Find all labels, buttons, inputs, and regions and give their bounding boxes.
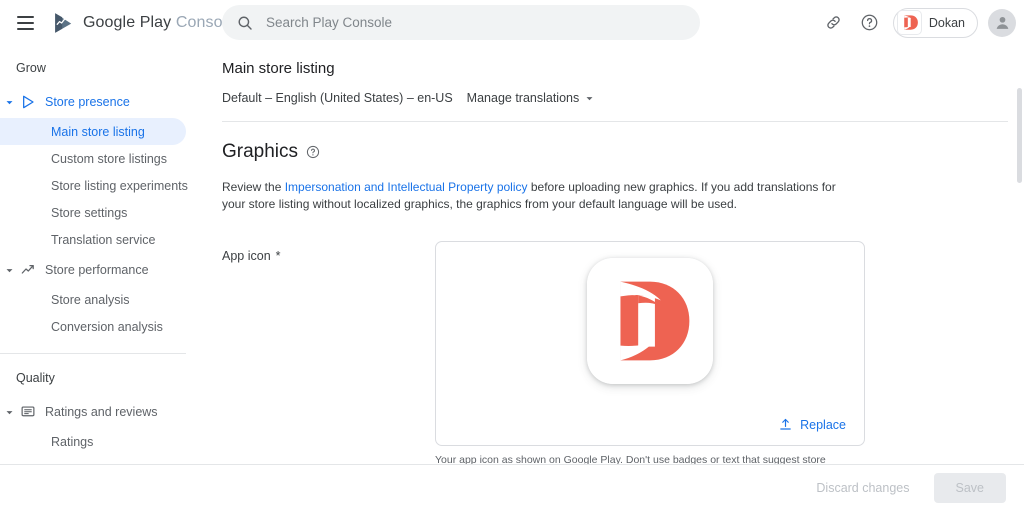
search-icon: [238, 16, 252, 30]
left-navigation-sidebar: Grow Store presence Main store listing C…: [0, 45, 200, 465]
hamburger-menu-icon[interactable]: [8, 6, 42, 40]
trending-up-icon: [17, 262, 39, 278]
app-icon-preview: [587, 258, 713, 384]
sidebar-item-label: Translation service: [51, 232, 156, 247]
help-circle-icon[interactable]: [853, 6, 887, 40]
nav-section-quality-title: Quality: [16, 371, 55, 385]
search-input[interactable]: [266, 15, 686, 30]
app-chip-name: Dokan: [928, 15, 965, 30]
manage-translations-button[interactable]: Manage translations: [467, 91, 595, 105]
main-content-area: Main store listing Default – English (Un…: [200, 45, 1024, 465]
sidebar-item-store-listing-experiments[interactable]: Store listing experiments: [0, 172, 188, 199]
sidebar-item-label: Ratings and reviews: [45, 405, 158, 419]
sidebar-item-label: Store listing experiments: [51, 178, 188, 193]
save-button[interactable]: Save: [933, 472, 1006, 503]
sidebar-item-store-analysis[interactable]: Store analysis: [0, 286, 186, 313]
sidebar-item-conversion-analysis[interactable]: Conversion analysis: [0, 313, 186, 340]
nav-section-grow-title: Grow: [16, 61, 46, 75]
sidebar-item-label: Main store listing: [51, 124, 145, 139]
app-icon-field-row: App icon * Replace: [222, 241, 1024, 446]
brand-google-play: Google Play: [83, 13, 172, 31]
sidebar-item-label: Ratings: [51, 434, 94, 449]
sidebar-item-ratings-and-reviews[interactable]: Ratings and reviews: [0, 398, 186, 426]
play-triangle-icon: [17, 94, 39, 110]
bottom-action-bar: Discard changes Save: [0, 465, 1024, 510]
hamburger-line: [16, 27, 34, 30]
brand-logo-link[interactable]: Google Play Console: [52, 11, 235, 35]
sidebar-item-label: Store analysis: [51, 292, 130, 307]
replace-button[interactable]: Replace: [770, 412, 854, 437]
chevron-down-icon: [586, 96, 593, 100]
graphics-description: Review the Impersonation and Intellectua…: [222, 179, 842, 213]
top-bar-actions: Dokan: [817, 0, 1016, 45]
impersonation-ip-policy-link[interactable]: Impersonation and Intellectual Property …: [285, 180, 528, 194]
chevron-down-icon[interactable]: [1, 266, 17, 275]
app-icon-label-text: App icon: [222, 249, 271, 263]
graphics-heading: Graphics: [222, 141, 299, 162]
app-selector-chip[interactable]: Dokan: [892, 7, 978, 38]
required-marker: *: [275, 249, 281, 263]
sidebar-item-main-store-listing[interactable]: Main store listing: [0, 118, 186, 145]
top-app-bar: Google Play Console Search Play Console …: [0, 0, 1024, 45]
sidebar-item-store-presence[interactable]: Store presence: [0, 88, 186, 116]
hamburger-line: [16, 21, 34, 24]
hamburger-line: [16, 15, 34, 18]
locale-text: Default – English (United States) – en-U…: [222, 91, 453, 105]
app-chip-logo-icon: [896, 10, 922, 35]
sidebar-item-ratings[interactable]: Ratings: [0, 428, 186, 455]
review-comment-icon: [17, 404, 39, 420]
locale-row: Default – English (United States) – en-U…: [222, 91, 1024, 105]
sidebar-item-label: Store settings: [51, 205, 128, 220]
sidebar-item-label: Custom store listings: [51, 151, 168, 166]
dokan-app-icon: [587, 258, 713, 384]
manage-translations-label: Manage translations: [466, 91, 580, 105]
app-icon-preview-wrap: [436, 258, 864, 384]
graphics-section-header: Graphics: [222, 141, 1024, 163]
sidebar-item-label: Store performance: [45, 263, 149, 277]
header-divider: [222, 121, 1008, 122]
app-icon-preview-card: Replace: [435, 241, 865, 446]
account-avatar-icon[interactable]: [988, 8, 1016, 37]
play-console-window: Google Play Console Search Play Console …: [0, 0, 1024, 510]
discard-changes-button[interactable]: Discard changes: [806, 473, 919, 503]
upload-icon: [780, 418, 791, 430]
sidebar-item-store-settings[interactable]: Store settings: [0, 199, 186, 226]
link-icon[interactable]: [817, 6, 851, 40]
search-bar[interactable]: [222, 5, 700, 40]
sidebar-divider: [0, 353, 186, 354]
google-play-console-logo-icon: [55, 12, 72, 33]
page-title: Main store listing: [222, 60, 335, 77]
sidebar-item-custom-store-listings[interactable]: Custom store listings: [0, 145, 186, 172]
sidebar-item-label: Store presence: [45, 95, 130, 109]
chevron-down-icon[interactable]: [1, 98, 17, 107]
sidebar-item-translation-service[interactable]: Translation service: [0, 226, 186, 253]
help-circle-icon[interactable]: [306, 145, 320, 159]
sidebar-item-store-performance[interactable]: Store performance: [0, 256, 186, 284]
brand-text: Google Play Console: [83, 14, 235, 32]
graphics-desc-before: Review the: [222, 180, 285, 194]
sidebar-item-label: Conversion analysis: [51, 319, 163, 334]
app-icon-label: App icon *: [222, 241, 435, 446]
scrollbar-thumb[interactable]: [1017, 88, 1022, 183]
replace-label: Replace: [800, 417, 846, 432]
chevron-down-icon[interactable]: [1, 408, 17, 417]
